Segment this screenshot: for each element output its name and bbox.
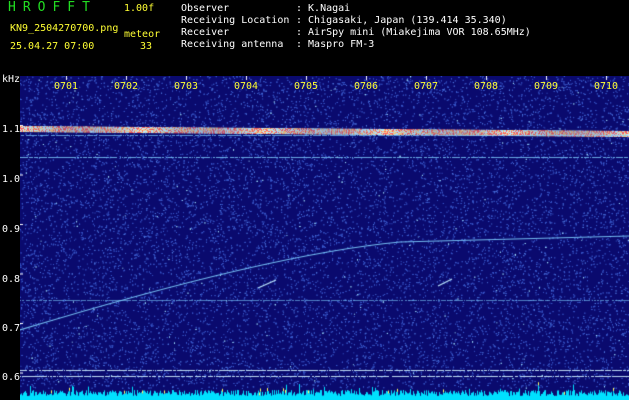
x-tick-label: 0706	[354, 81, 379, 92]
y-tick-label: 0.6	[2, 372, 21, 383]
x-tick-label: 0709	[534, 81, 559, 92]
info-receiver-value: : AirSpy mini (Miakejima VOR 108.65MHz)	[296, 27, 531, 38]
x-tick-label: 0704	[234, 81, 259, 92]
info-antenna-value: : Maspro FM-3	[296, 39, 375, 50]
spectrogram-canvas	[20, 76, 629, 400]
unit-label: kHz	[2, 74, 21, 85]
x-tick-label: 0703	[174, 81, 199, 92]
meteor-label: meteor	[124, 29, 161, 40]
timestamp: 25.04.27 07:00	[10, 41, 95, 52]
y-tick-label: 0.7	[2, 323, 21, 334]
info-receiver-key: Receiver	[181, 27, 230, 38]
meteor-count: 33	[140, 41, 153, 52]
y-tick-label: 0.9	[2, 224, 21, 235]
x-tick-label: 0710	[594, 81, 619, 92]
info-location-value: : Chigasaki, Japan (139.414 35.340)	[296, 15, 507, 26]
info-observer-value: : K.Nagai	[296, 3, 351, 14]
version-label: 1.00f	[124, 3, 155, 14]
x-tick-label: 0705	[294, 81, 319, 92]
x-tick-label: 0707	[414, 81, 439, 92]
x-tick-label: 0708	[474, 81, 499, 92]
y-tick-label: 0.8	[2, 274, 21, 285]
y-tick-label: 1.0	[2, 174, 21, 185]
y-tick-label: 1.1	[2, 124, 21, 135]
file-name: KN9_2504270700.png	[10, 23, 119, 34]
info-location-key: Receiving Location	[181, 15, 290, 26]
x-tick-label: 0702	[114, 81, 139, 92]
x-tick-label: 0701	[54, 81, 79, 92]
info-antenna-key: Receiving antenna	[181, 39, 284, 50]
app-title: HROFFT	[8, 0, 97, 15]
info-observer-key: Observer	[181, 3, 230, 14]
